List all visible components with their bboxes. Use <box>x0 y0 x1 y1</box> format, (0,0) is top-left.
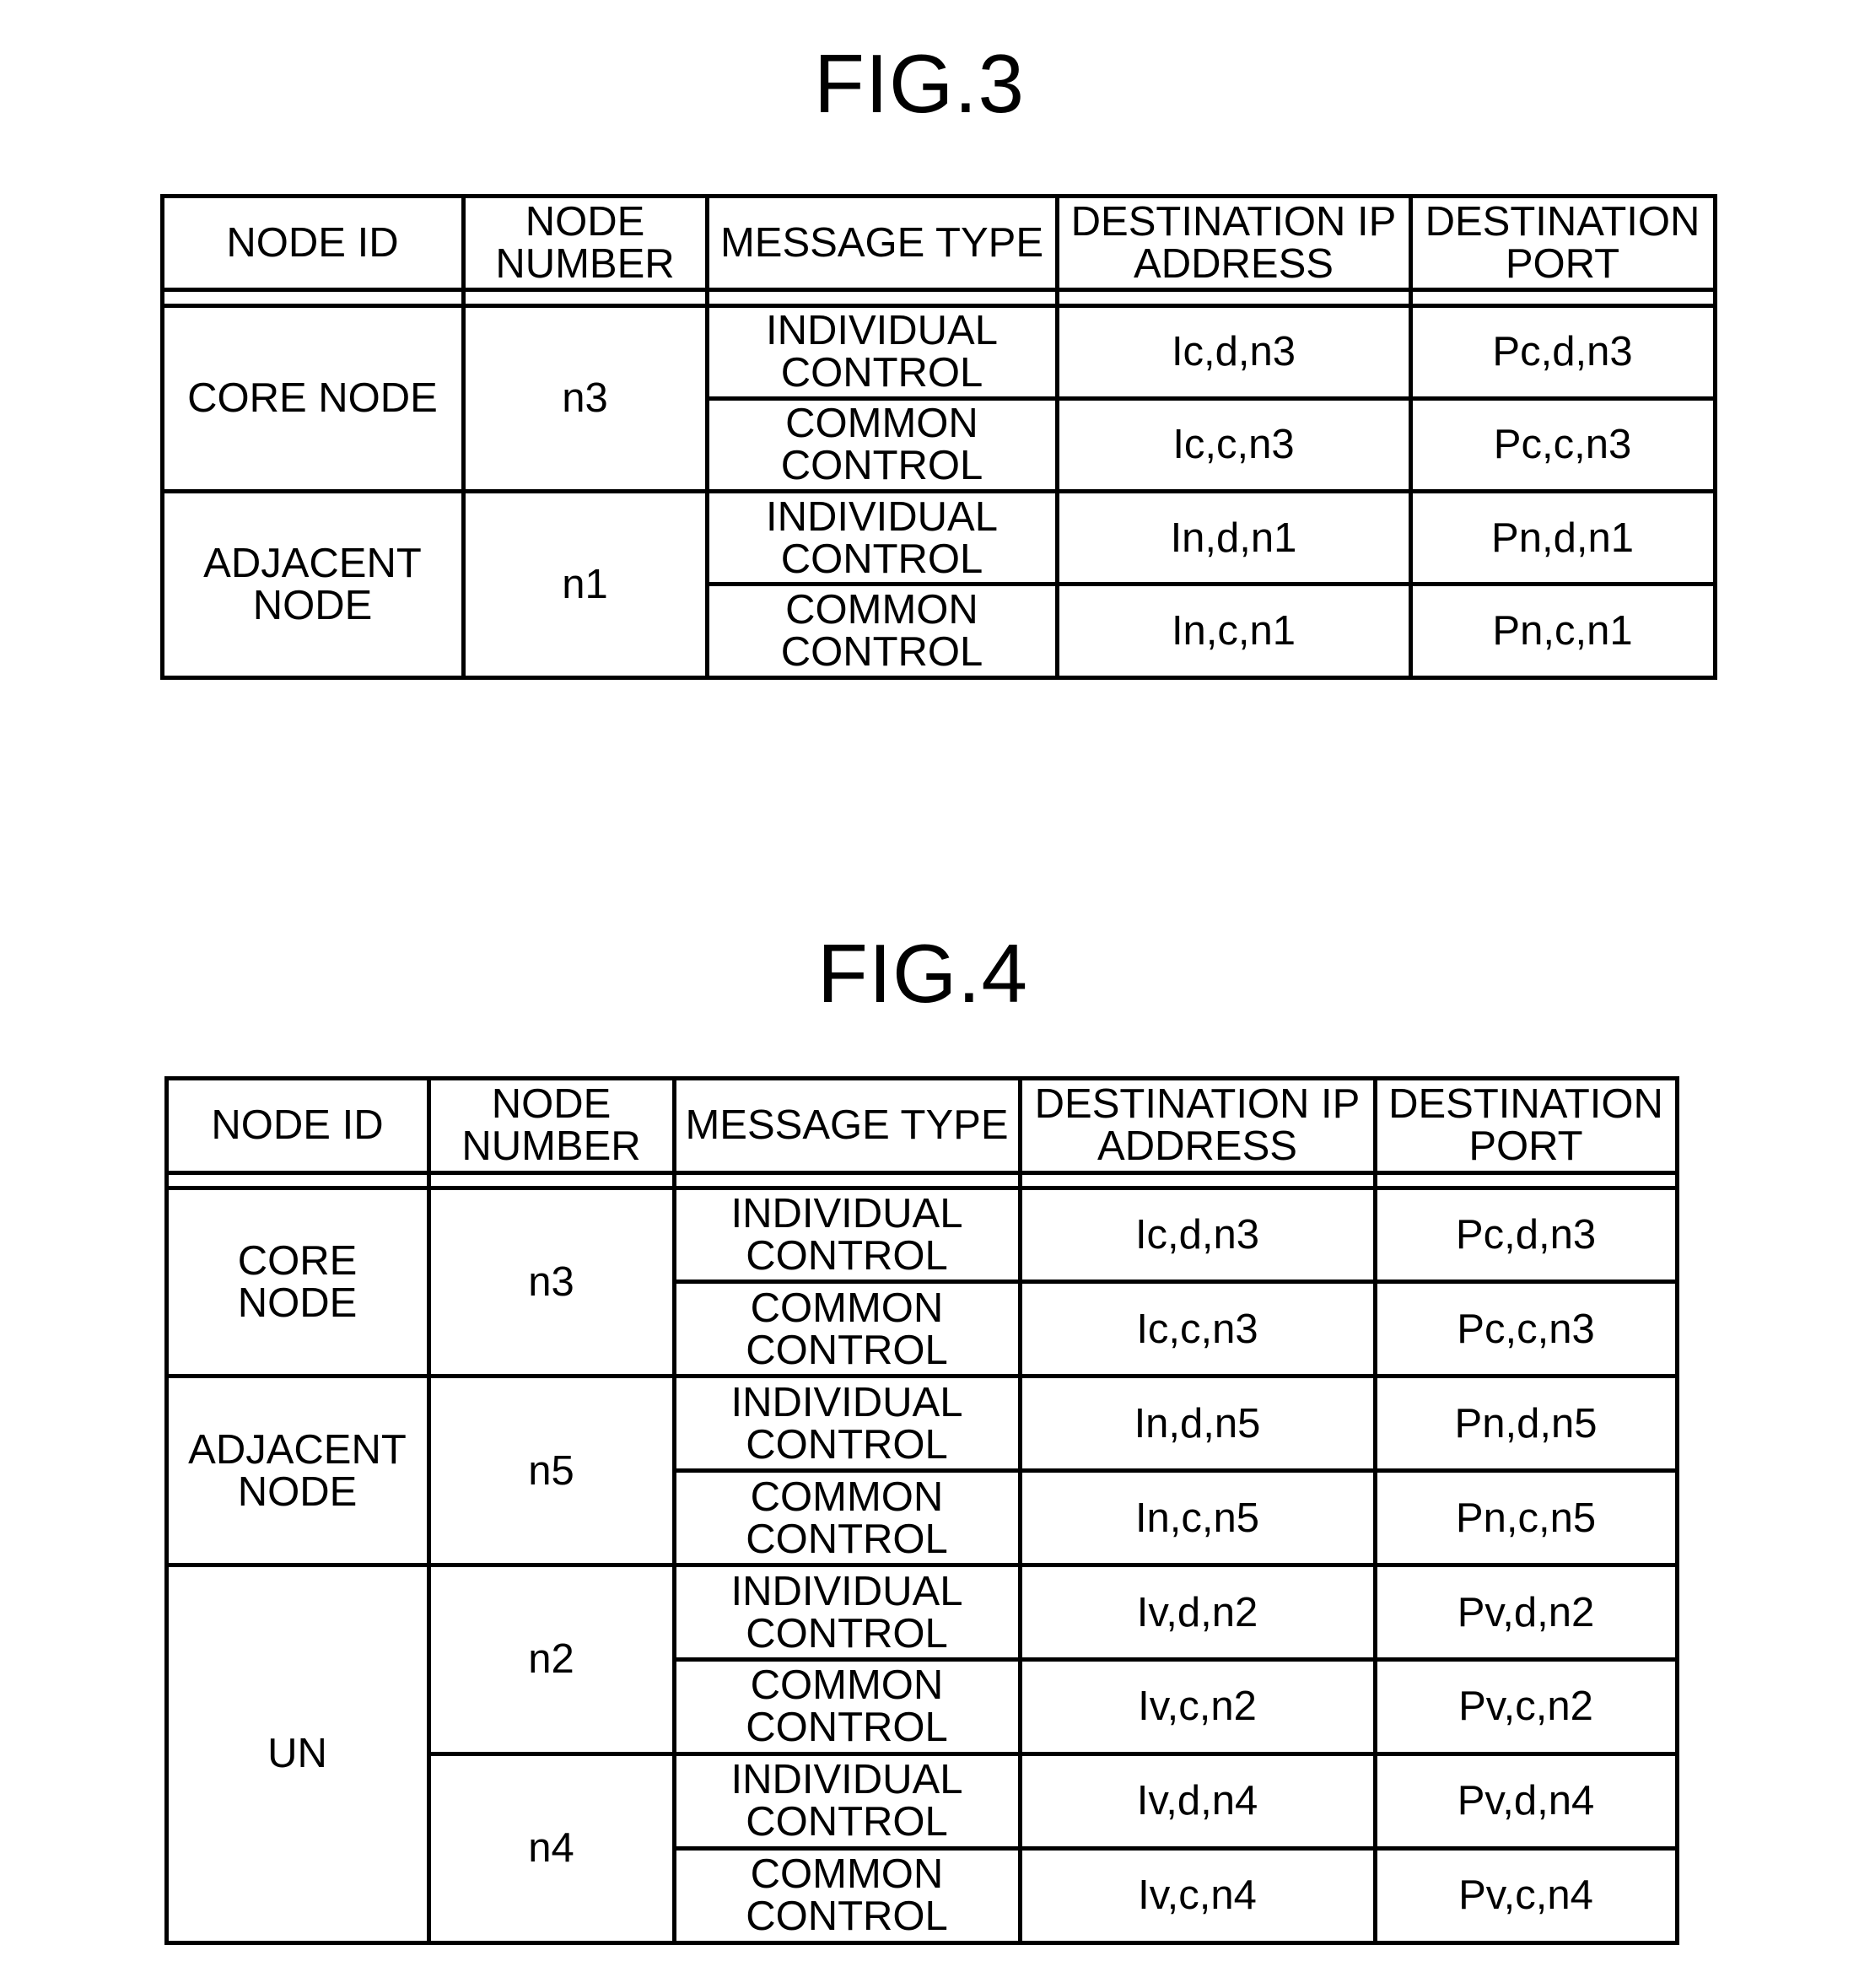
message-type-cell: COMMON CONTROL <box>780 401 983 489</box>
destination-ip-cell: Iv,d,n2 <box>1136 1589 1258 1635</box>
column-header-destination-port: DESTINATION PORT <box>1425 198 1700 287</box>
destination-ip-cell: Ic,d,n3 <box>1171 329 1296 375</box>
node-id-cell: ADJACENT NODE <box>188 1426 407 1515</box>
column-header-destination-ip-address: DESTINATION IP ADDRESS <box>1034 1081 1361 1169</box>
table-rule <box>671 1845 1679 1851</box>
destination-port-cell: Pv,d,n4 <box>1457 1778 1595 1824</box>
destination-ip-cell: Ic,c,n3 <box>1136 1306 1258 1352</box>
node-number-cell: n1 <box>562 561 608 607</box>
message-type-cell: COMMON CONTROL <box>746 1285 948 1373</box>
destination-ip-cell: In,d,n1 <box>1170 515 1297 561</box>
message-type-cell: INDIVIDUAL CONTROL <box>730 1190 963 1279</box>
figure-title: FIG.4 <box>816 927 1029 1020</box>
table-rule <box>671 1280 1679 1285</box>
node-number-cell: n4 <box>528 1825 574 1872</box>
node-number-cell: n5 <box>528 1447 574 1494</box>
table-rule <box>704 582 1717 587</box>
node-id-cell: CORE NODE <box>237 1237 358 1326</box>
column-header-node-id: NODE ID <box>211 1102 384 1148</box>
message-type-cell: INDIVIDUAL CONTROL <box>765 308 998 396</box>
node-number-cell: n3 <box>528 1258 574 1305</box>
message-type-cell: INDIVIDUAL CONTROL <box>730 1568 963 1657</box>
column-header-node-id: NODE ID <box>226 219 399 266</box>
destination-port-cell: Pn,d,n5 <box>1454 1400 1598 1447</box>
destination-port-cell: Pc,c,n3 <box>1457 1306 1595 1352</box>
destination-port-cell: Pc,c,n3 <box>1493 422 1632 468</box>
column-header-message-type: MESSAGE TYPE <box>719 219 1044 266</box>
destination-port-cell: Pn,d,n1 <box>1491 515 1634 561</box>
column-header-destination-ip-address: DESTINATION IP ADDRESS <box>1070 198 1397 287</box>
destination-ip-cell: Ic,c,n3 <box>1172 422 1295 468</box>
message-type-cell: COMMON CONTROL <box>746 1662 948 1751</box>
destination-port-cell: Pv,c,n4 <box>1458 1872 1593 1919</box>
column-header-node-number: NODE NUMBER <box>461 1081 641 1169</box>
destination-ip-cell: Iv,d,n4 <box>1136 1778 1258 1824</box>
table-rule <box>164 1075 1679 1080</box>
node-id-cell: UN <box>267 1731 327 1777</box>
table-rule <box>671 1468 1679 1473</box>
destination-ip-cell: Iv,c,n4 <box>1138 1872 1257 1919</box>
table-rule <box>704 396 1717 401</box>
column-header-node-number: NODE NUMBER <box>495 198 675 287</box>
table-rule <box>159 193 1717 198</box>
destination-port-cell: Pv,c,n2 <box>1458 1684 1593 1730</box>
message-type-cell: COMMON CONTROL <box>746 1851 948 1940</box>
table-rule <box>159 287 1717 292</box>
destination-ip-cell: In,c,n1 <box>1171 608 1296 655</box>
table-rule <box>164 1170 1679 1175</box>
node-id-cell: CORE NODE <box>187 375 438 422</box>
destination-ip-cell: Ic,d,n3 <box>1134 1211 1260 1258</box>
message-type-cell: COMMON CONTROL <box>780 587 983 676</box>
destination-ip-cell: Iv,c,n2 <box>1138 1684 1257 1730</box>
destination-port-cell: Pn,c,n1 <box>1492 608 1633 655</box>
node-number-cell: n3 <box>562 375 608 422</box>
table-rule <box>671 1657 1679 1662</box>
column-header-message-type: MESSAGE TYPE <box>685 1102 1009 1148</box>
message-type-cell: INDIVIDUAL CONTROL <box>730 1757 963 1845</box>
message-type-cell: COMMON CONTROL <box>746 1473 948 1562</box>
destination-ip-cell: In,d,n5 <box>1134 1400 1261 1447</box>
column-header-destination-port: DESTINATION PORT <box>1388 1081 1663 1169</box>
node-id-cell: ADJACENT NODE <box>203 540 422 628</box>
destination-port-cell: Pv,d,n2 <box>1457 1589 1595 1635</box>
destination-port-cell: Pc,d,n3 <box>1455 1211 1597 1258</box>
figure-title: FIG.3 <box>813 37 1026 130</box>
destination-ip-cell: In,c,n5 <box>1134 1495 1260 1541</box>
node-number-cell: n2 <box>528 1636 574 1683</box>
destination-port-cell: Pc,d,n3 <box>1492 329 1633 375</box>
message-type-cell: INDIVIDUAL CONTROL <box>730 1379 963 1468</box>
message-type-cell: INDIVIDUAL CONTROL <box>765 493 998 582</box>
destination-port-cell: Pn,c,n5 <box>1455 1495 1597 1541</box>
